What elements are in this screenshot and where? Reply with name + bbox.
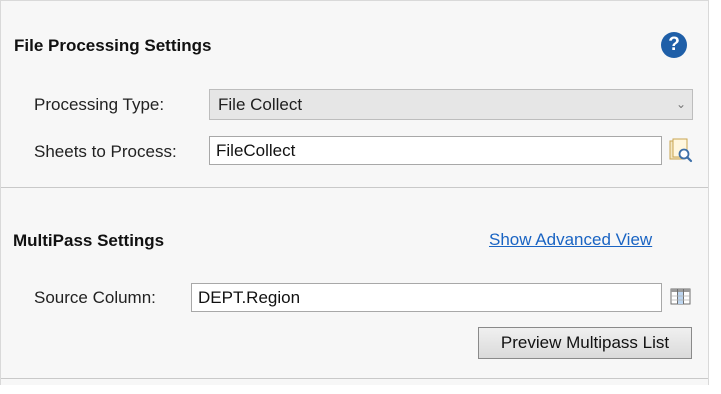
chevron-down-icon: ⌄: [675, 97, 686, 111]
browse-sheets-icon[interactable]: [669, 138, 693, 164]
processing-type-value: File Collect: [218, 95, 303, 114]
settings-panel: File Processing Settings ? Processing Ty…: [0, 0, 709, 385]
source-column-input[interactable]: [191, 283, 662, 312]
help-icon[interactable]: ?: [661, 32, 687, 58]
sheets-to-process-input[interactable]: [209, 136, 662, 165]
file-processing-title: File Processing Settings: [14, 36, 212, 55]
sheets-to-process-label: Sheets to Process:: [34, 142, 177, 161]
section-divider: [1, 187, 708, 188]
processing-type-label: Processing Type:: [34, 95, 165, 114]
show-advanced-view-link[interactable]: Show Advanced View: [489, 230, 652, 250]
preview-multipass-list-button[interactable]: Preview Multipass List: [478, 327, 692, 359]
column-picker-icon[interactable]: [670, 287, 692, 307]
source-column-label: Source Column:: [34, 288, 156, 307]
multipass-title: MultiPass Settings: [13, 231, 165, 250]
processing-type-select[interactable]: File Collect ⌄: [209, 89, 693, 120]
bottom-divider: [1, 378, 708, 379]
